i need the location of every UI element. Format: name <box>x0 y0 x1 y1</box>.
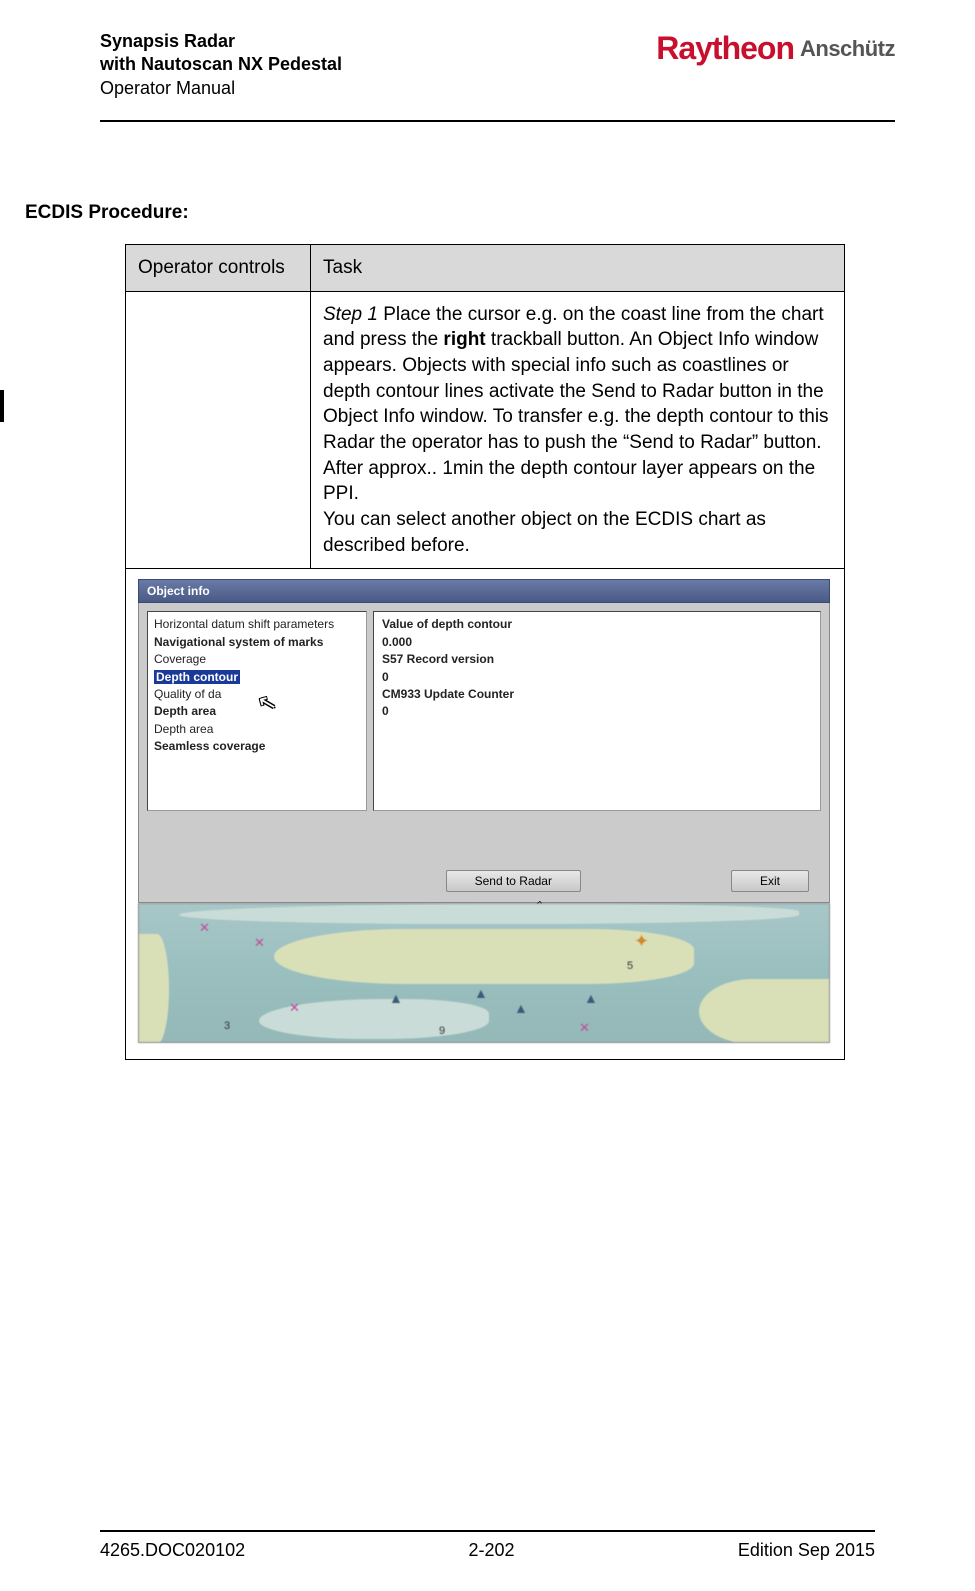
value-line: Value of depth contour <box>382 616 812 633</box>
list-item[interactable]: Depth area <box>154 703 360 720</box>
value-line: 0 <box>382 703 812 720</box>
chart-buoy-icon: ▲ <box>389 989 403 1008</box>
chart-buoy-icon: ▲ <box>514 999 528 1018</box>
screenshot-cell: Object info Horizontal datum shift param… <box>126 569 845 1060</box>
header-line-3: Operator Manual <box>100 77 342 100</box>
object-info-body: Horizontal datum shift parameters Naviga… <box>138 603 830 903</box>
chart-shallow <box>179 904 799 924</box>
chart-mark-icon: ✕ <box>289 999 300 1017</box>
chart-landmass <box>699 979 829 1043</box>
object-info-window: Object info Horizontal datum shift param… <box>138 579 830 1049</box>
value-line: CM933 Update Counter <box>382 686 812 703</box>
chart-mark-icon: ✕ <box>579 1019 590 1037</box>
chart-mark-icon: ✕ <box>199 919 210 937</box>
step-text-bold: right <box>443 329 485 350</box>
header-line-2: with Nautoscan NX Pedestal <box>100 53 342 76</box>
chart-mark-icon: ✕ <box>254 934 265 952</box>
logo-anschutz: Anschütz <box>800 36 895 62</box>
step-text-c: You can select another object on the ECD… <box>323 509 766 556</box>
value-line: 0.000 <box>382 634 812 651</box>
step-label: Step 1 <box>323 304 378 325</box>
header-line-1: Synapsis Radar <box>100 30 342 53</box>
list-item[interactable]: Seamless coverage <box>154 738 360 755</box>
footer-page-number: 2-202 <box>468 1540 514 1561</box>
chart-buoy-icon: ▲ <box>584 989 598 1008</box>
chart-buoy-icon: ▲ <box>474 984 488 1003</box>
list-item[interactable]: Horizontal datum shift parameters <box>154 616 360 633</box>
header-title-block: Synapsis Radar with Nautoscan NX Pedesta… <box>100 30 342 100</box>
footer-edition: Edition Sep 2015 <box>738 1540 875 1561</box>
page-header: Synapsis Radar with Nautoscan NX Pedesta… <box>100 30 895 122</box>
list-item[interactable]: Depth area <box>154 721 360 738</box>
section-title: ECDIS Procedure: <box>25 202 895 224</box>
object-list[interactable]: Horizontal datum shift parameters Naviga… <box>147 611 367 811</box>
send-to-radar-button[interactable]: Send to Radar <box>446 870 581 892</box>
procedure-table: Operator controls Task Step 1 Place the … <box>125 244 845 1060</box>
chart-depth-label: 9 <box>439 1024 445 1039</box>
footer-doc-id: 4265.DOC020102 <box>100 1540 245 1561</box>
ecdis-chart[interactable]: ✕ ✕ ✕ ▲ ▲ ▲ ▲ ✕ ✦ 3 9 5 <box>138 903 830 1043</box>
exit-button[interactable]: Exit <box>731 870 809 892</box>
chart-depth-label: 5 <box>627 959 633 974</box>
list-item-selected[interactable]: Depth contour <box>154 670 240 684</box>
list-item[interactable]: Coverage <box>154 651 360 668</box>
logo-raytheon: Raytheon <box>656 30 794 67</box>
step-text-b: trackball button. An Object Info window … <box>323 329 829 504</box>
object-values: Value of depth contour 0.000 S57 Record … <box>373 611 821 811</box>
col-header-operator: Operator controls <box>126 245 311 292</box>
value-line: S57 Record version <box>382 651 812 668</box>
chart-depth-label: 3 <box>224 1019 230 1034</box>
list-item[interactable]: Navigational system of marks <box>154 634 360 651</box>
cell-operator-controls <box>126 291 311 568</box>
cell-task-step1: Step 1 Place the cursor e.g. on the coas… <box>311 291 845 568</box>
object-info-titlebar: Object info <box>138 579 830 603</box>
revision-bar <box>0 390 4 422</box>
value-line: 0 <box>382 669 812 686</box>
chart-landmass <box>139 934 169 1043</box>
chart-light-icon: ✦ <box>634 929 649 953</box>
chart-landmass <box>274 929 694 984</box>
list-item[interactable]: Quality of da <box>154 686 360 703</box>
page-footer: 4265.DOC020102 2-202 Edition Sep 2015 <box>100 1530 875 1561</box>
logo: Raytheon Anschütz <box>656 30 895 67</box>
col-header-task: Task <box>311 245 845 292</box>
